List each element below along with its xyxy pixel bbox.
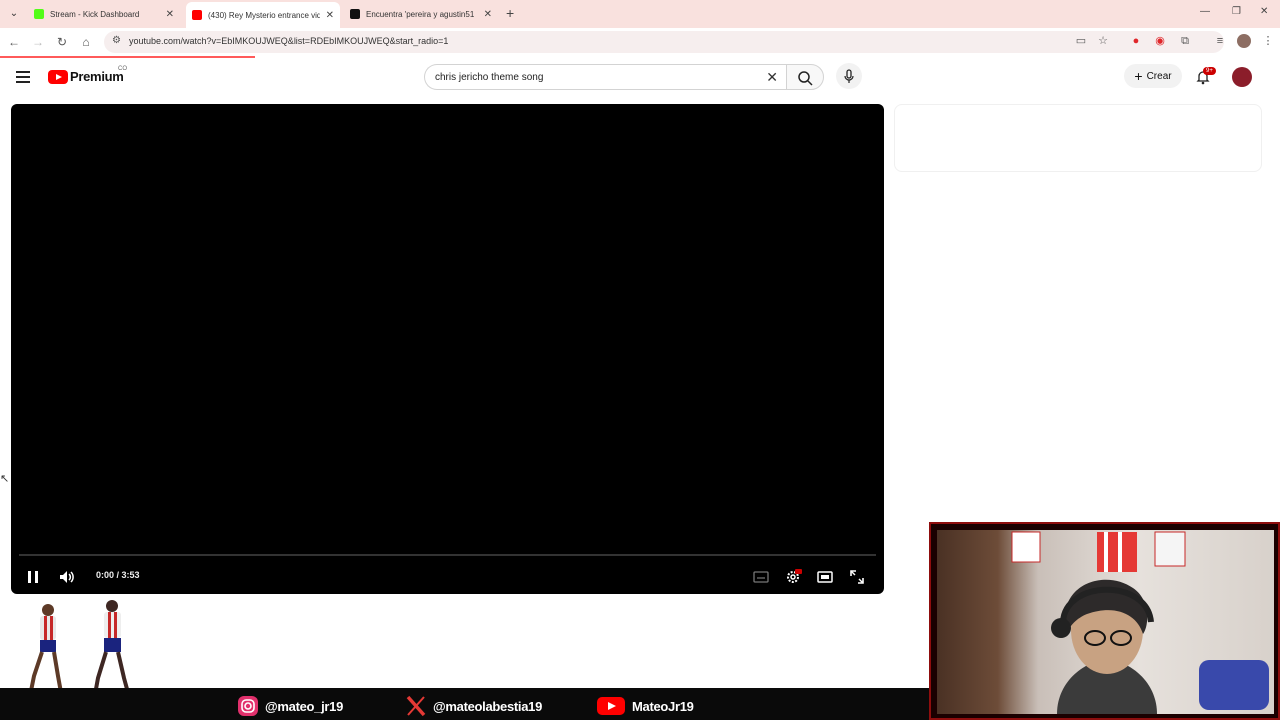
plus-icon: +: [1134, 68, 1143, 84]
close-window-icon[interactable]: ✕: [1260, 6, 1268, 17]
tab-title: Stream - Kick Dashboard: [50, 9, 140, 19]
volume-icon[interactable]: [57, 567, 77, 587]
youtube-header: Premium CO chris jericho theme song ✕ + …: [0, 58, 1280, 98]
cast-icon[interactable]: ▭: [1074, 34, 1088, 48]
account-avatar[interactable]: [1232, 67, 1252, 87]
browser-tab-strip: ⌄ Stream - Kick Dashboard ✕ (430) Rey My…: [0, 0, 1280, 28]
youtube-premium-logo[interactable]: Premium CO: [48, 66, 127, 84]
search-query-text[interactable]: chris jericho theme song: [435, 72, 543, 83]
streamer-silhouette: [1011, 531, 1269, 714]
clear-search-icon[interactable]: ✕: [766, 69, 778, 86]
address-bar[interactable]: ⚙ youtube.com/watch?v=EbIMKOUJWEQ&list=R…: [104, 31, 1224, 53]
home-icon[interactable]: ⌂: [78, 34, 94, 50]
tab-close-icon[interactable]: ✕: [166, 9, 174, 20]
screen: { "browser": { "tabs": [ {"title": "Stre…: [0, 0, 1280, 720]
tab-close-icon[interactable]: ✕: [484, 9, 492, 20]
subtitles-icon[interactable]: [751, 567, 771, 587]
webcam-feed: [929, 522, 1280, 720]
pause-icon[interactable]: [23, 567, 43, 587]
browser-toolbar: ← → ↻ ⌂ ⚙ youtube.com/watch?v=EbIMKOUJWE…: [0, 28, 1280, 56]
notifications-badge: 9+: [1203, 67, 1216, 75]
search-button[interactable]: [786, 64, 824, 90]
create-button[interactable]: + Crear: [1124, 64, 1182, 88]
hamburger-menu-icon[interactable]: [16, 71, 30, 83]
webcam-image: [937, 530, 1274, 714]
settings-gear-icon[interactable]: [783, 567, 803, 587]
search-input[interactable]: chris jericho theme song ✕: [424, 64, 786, 90]
forward-arrow-icon[interactable]: →: [30, 34, 46, 50]
theater-mode-icon[interactable]: [815, 567, 835, 587]
youtube-handle-text: MateoJr19: [632, 698, 694, 714]
tab-search-chevron-icon[interactable]: ⌄: [6, 6, 22, 22]
back-arrow-icon[interactable]: ←: [6, 34, 22, 50]
video-progress-bar[interactable]: [19, 554, 876, 556]
restore-icon[interactable]: ❐: [1232, 6, 1241, 17]
browser-menu-icon[interactable]: ⋮: [1261, 34, 1275, 48]
youtube-handle: MateoJr19: [596, 695, 694, 717]
tab-youtube-rey-mysterio[interactable]: (430) Rey Mysterio entrance vid ✕: [186, 2, 340, 28]
search-icon: [798, 71, 813, 86]
x-handle-text: @mateolabestia19: [433, 698, 543, 714]
country-code: CO: [118, 66, 127, 72]
youtube-play-logo-icon: [48, 69, 68, 84]
x-logo-icon: [406, 695, 426, 717]
opera-extension-icon[interactable]: ◉: [1153, 34, 1167, 48]
extensions-puzzle-icon[interactable]: ⧉: [1178, 34, 1192, 48]
youtube-logo-icon: [597, 697, 625, 715]
url-text[interactable]: youtube.com/watch?v=EbIMKOUJWEQ&list=RDE…: [129, 36, 448, 46]
instagram-handle-text: @mateo_jr19: [265, 698, 344, 714]
x-handle: @mateolabestia19: [405, 695, 542, 717]
minimize-icon[interactable]: —: [1200, 6, 1210, 17]
tab-tiktok-search[interactable]: Encuentra 'pereira y agustin51 ✕: [344, 3, 498, 25]
tab-title: (430) Rey Mysterio entrance vid: [208, 10, 320, 20]
media-controls-icon[interactable]: ≡: [1213, 34, 1227, 48]
site-info-icon[interactable]: ⚙: [112, 35, 121, 46]
video-time: 0:00 / 3:53: [96, 570, 140, 580]
adblock-extension-icon[interactable]: ●: [1129, 34, 1143, 48]
tab-close-icon[interactable]: ✕: [326, 10, 334, 21]
video-player[interactable]: 0:00 / 3:53: [11, 104, 884, 594]
microphone-icon: [844, 69, 854, 83]
instagram-icon: [238, 696, 258, 716]
mouse-cursor-icon: ↖: [0, 473, 10, 485]
tab-kick-dashboard[interactable]: Stream - Kick Dashboard ✕: [28, 3, 180, 25]
fullscreen-icon[interactable]: [847, 567, 867, 587]
tab-title: Encuentra 'pereira y agustin51: [366, 9, 475, 19]
instagram-handle: @mateo_jr19: [237, 695, 343, 717]
sidebar-placeholder: [894, 104, 1262, 172]
new-tab-button[interactable]: +: [506, 5, 514, 21]
logo-text: Premium: [70, 69, 124, 84]
tiktok-favicon-icon: [350, 9, 360, 19]
create-label: Crear: [1146, 70, 1172, 82]
youtube-favicon-icon: [192, 10, 202, 20]
bookmark-star-icon[interactable]: ☆: [1096, 34, 1110, 48]
kick-favicon-icon: [34, 9, 44, 19]
reload-icon[interactable]: ↻: [54, 34, 70, 50]
profile-avatar-icon[interactable]: [1237, 34, 1251, 48]
voice-search-button[interactable]: [836, 63, 862, 89]
